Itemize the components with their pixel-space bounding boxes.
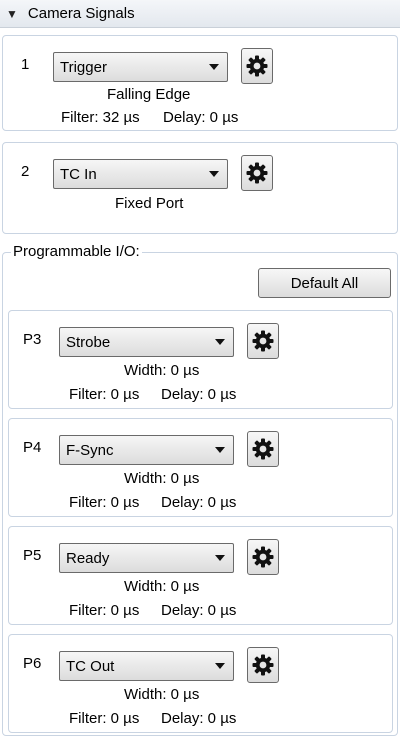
gear-icon: [252, 546, 274, 568]
port-p3-filter: Filter: 0 µs: [69, 386, 140, 403]
signal-2-port-type: Fixed Port: [115, 195, 184, 212]
port-p6-settings-button[interactable]: [247, 647, 279, 683]
gear-icon: [246, 162, 268, 184]
signal-1-edge: Falling Edge: [107, 86, 191, 103]
port-p5-settings-button[interactable]: [247, 539, 279, 575]
port-p3-delay: Delay: 0 µs: [161, 386, 237, 403]
camera-signals-header[interactable]: ▼ Camera Signals: [0, 0, 400, 28]
signal-2-settings-button[interactable]: [241, 155, 273, 191]
port-p5-select[interactable]: Ready: [59, 543, 234, 573]
port-panel-p4: P4 F-Sync Width: 0 µs Filter: 0 µs Delay…: [8, 418, 393, 517]
signal-2-select[interactable]: TC In: [53, 159, 228, 189]
port-p3-select-value: Strobe: [66, 333, 111, 351]
port-p4-select[interactable]: F-Sync: [59, 435, 234, 465]
gear-icon: [252, 654, 274, 676]
section-title: Camera Signals: [27, 5, 135, 22]
signal-1-select-value: Trigger: [60, 58, 107, 76]
port-number: P4: [23, 439, 42, 456]
signal-2-select-value: TC In: [60, 165, 97, 183]
port-p5-delay: Delay: 0 µs: [161, 602, 237, 619]
port-p6-select[interactable]: TC Out: [59, 651, 234, 681]
default-all-button[interactable]: Default All: [258, 268, 391, 298]
port-number: P5: [23, 547, 42, 564]
port-p6-select-value: TC Out: [66, 657, 115, 675]
signal-number: 1: [21, 56, 30, 73]
port-number: P3: [23, 331, 42, 348]
signal-panel-2: 2 TC In Fixed Port: [2, 142, 398, 234]
dropdown-arrow-icon: [209, 64, 219, 70]
signal-1-select[interactable]: Trigger: [53, 52, 228, 82]
port-p4-select-value: F-Sync: [66, 441, 114, 459]
port-p4-delay: Delay: 0 µs: [161, 494, 237, 511]
port-p5-filter: Filter: 0 µs: [69, 602, 140, 619]
signal-1-delay: Delay: 0 µs: [163, 109, 239, 126]
port-p6-width: Width: 0 µs: [124, 686, 200, 703]
port-panel-p5: P5 Ready Width: 0 µs Filter: 0 µs Delay:…: [8, 526, 393, 625]
collapse-triangle-icon[interactable]: ▼: [6, 7, 18, 21]
port-p3-select[interactable]: Strobe: [59, 327, 234, 357]
signal-number: 2: [21, 163, 30, 180]
port-p4-width: Width: 0 µs: [124, 470, 200, 487]
signal-1-filter: Filter: 32 µs: [61, 109, 140, 126]
programmable-io-label: Programmable I/O:: [11, 243, 142, 260]
port-p5-width: Width: 0 µs: [124, 578, 200, 595]
port-p3-width: Width: 0 µs: [124, 362, 200, 379]
dropdown-arrow-icon: [209, 171, 219, 177]
gear-icon: [246, 55, 268, 77]
dropdown-arrow-icon: [215, 663, 225, 669]
port-number: P6: [23, 655, 42, 672]
signal-1-settings-button[interactable]: [241, 48, 273, 84]
dropdown-arrow-icon: [215, 555, 225, 561]
port-p6-filter: Filter: 0 µs: [69, 710, 140, 727]
gear-icon: [252, 438, 274, 460]
gear-icon: [252, 330, 274, 352]
port-p4-filter: Filter: 0 µs: [69, 494, 140, 511]
port-p5-select-value: Ready: [66, 549, 110, 567]
dropdown-arrow-icon: [215, 447, 225, 453]
port-p4-settings-button[interactable]: [247, 431, 279, 467]
port-panel-p3: P3 Strobe Width: 0 µs Filter: 0 µs Delay…: [8, 310, 393, 409]
signal-panel-1: 1 Trigger Falling Edge Filter: 32 µs Del…: [2, 35, 398, 131]
dropdown-arrow-icon: [215, 339, 225, 345]
port-p6-delay: Delay: 0 µs: [161, 710, 237, 727]
port-panel-p6: P6 TC Out Width: 0 µs Filter: 0 µs Delay…: [8, 634, 393, 733]
port-p3-settings-button[interactable]: [247, 323, 279, 359]
